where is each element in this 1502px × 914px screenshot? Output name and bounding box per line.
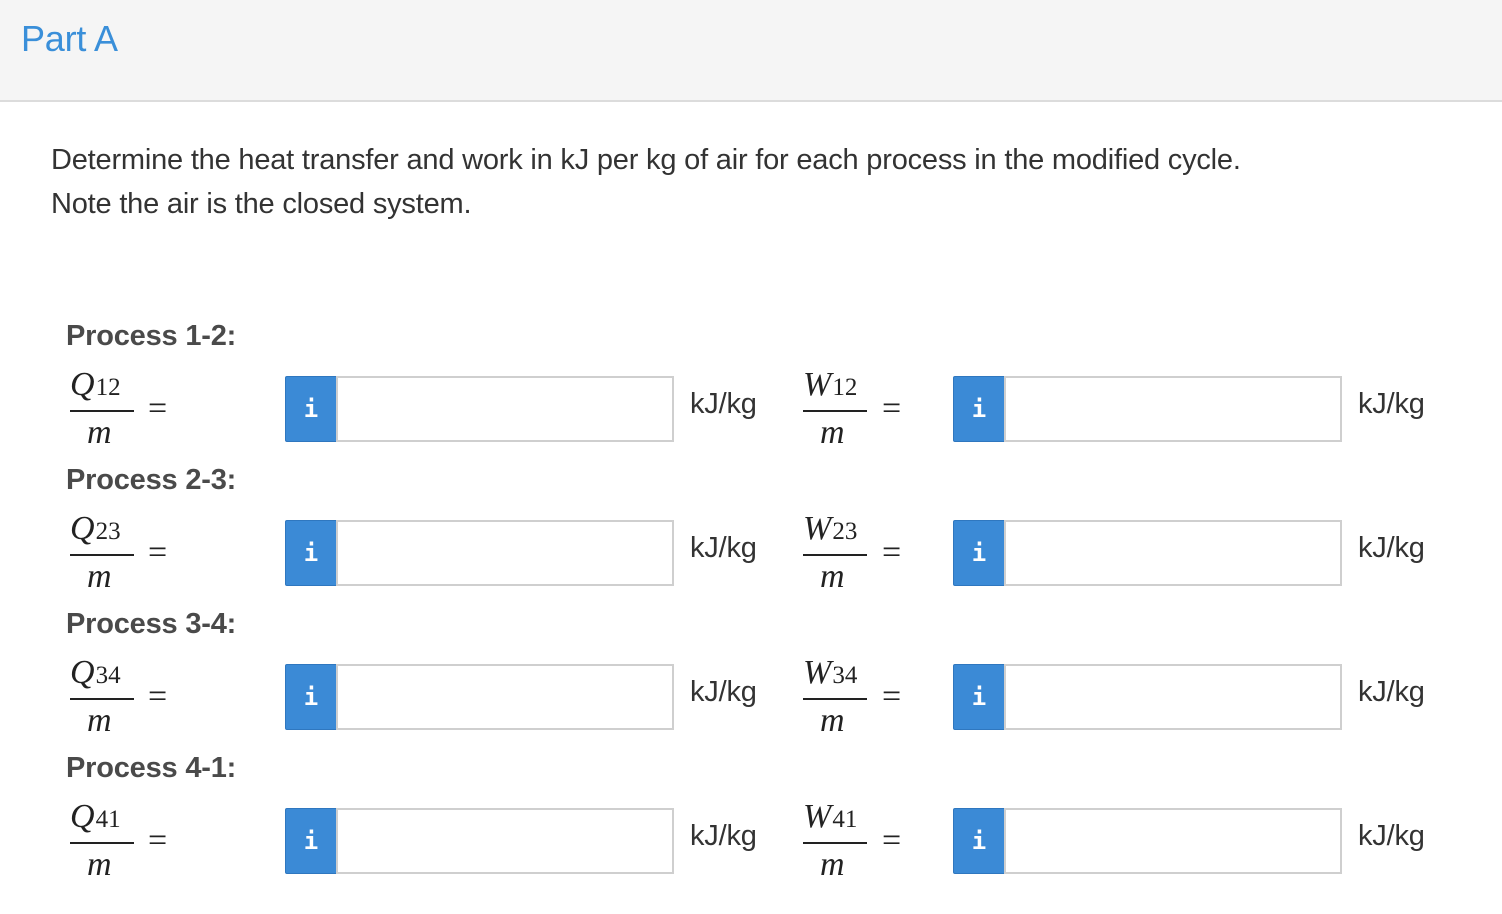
work-denominator: m: [820, 702, 845, 739]
work-numerator: W34: [803, 654, 858, 691]
equals-sign: =: [148, 390, 168, 427]
work-unit: kJ/kg: [1358, 676, 1425, 708]
work-answer-input[interactable]: [1004, 664, 1342, 730]
heat-numerator: Q41: [70, 798, 121, 835]
equals-sign: =: [882, 390, 902, 427]
work-unit: kJ/kg: [1358, 388, 1425, 420]
fraction-bar: [70, 410, 134, 412]
heat-denominator: m: [87, 702, 112, 739]
equals-sign: =: [148, 678, 168, 715]
heat-numerator: Q23: [70, 510, 121, 547]
heat-answer-input[interactable]: [336, 664, 674, 730]
info-icon: i: [303, 827, 319, 855]
info-button[interactable]: i: [285, 520, 337, 586]
equals-sign: =: [882, 678, 902, 715]
process-row: Q34 m = i kJ/kg W34 m = i kJ/kg: [0, 654, 1502, 764]
heat-numerator: Q12: [70, 366, 121, 403]
equals-sign: =: [882, 822, 902, 859]
work-denominator: m: [820, 846, 845, 883]
part-header: Part A: [0, 0, 1502, 102]
fraction-bar: [803, 410, 867, 412]
work-answer-input[interactable]: [1004, 376, 1342, 442]
process-row: Q12 m = i kJ/kg W12 m = i kJ/kg: [0, 366, 1502, 476]
info-button[interactable]: i: [953, 808, 1005, 874]
fraction-bar: [70, 842, 134, 844]
prompt-line-1: Determine the heat transfer and work in …: [51, 144, 1241, 176]
info-button[interactable]: i: [285, 808, 337, 874]
info-icon: i: [303, 683, 319, 711]
part-title: Part A: [21, 18, 118, 59]
heat-answer-input[interactable]: [336, 520, 674, 586]
work-answer-input[interactable]: [1004, 520, 1342, 586]
heat-unit: kJ/kg: [690, 388, 757, 420]
heat-unit: kJ/kg: [690, 532, 757, 564]
heat-denominator: m: [87, 846, 112, 883]
process-row: Q41 m = i kJ/kg W41 m = i kJ/kg: [0, 798, 1502, 908]
info-icon: i: [971, 539, 987, 567]
info-button[interactable]: i: [285, 376, 337, 442]
heat-answer-input[interactable]: [336, 376, 674, 442]
info-icon: i: [303, 539, 319, 567]
info-button[interactable]: i: [953, 664, 1005, 730]
info-button[interactable]: i: [285, 664, 337, 730]
equals-sign: =: [148, 534, 168, 571]
info-button[interactable]: i: [953, 376, 1005, 442]
work-denominator: m: [820, 558, 845, 595]
process-heading: Process 3-4:: [66, 608, 237, 640]
fraction-bar: [70, 698, 134, 700]
info-icon: i: [971, 683, 987, 711]
fraction-bar: [803, 842, 867, 844]
process-row: Q23 m = i kJ/kg W23 m = i kJ/kg: [0, 510, 1502, 620]
heat-denominator: m: [87, 558, 112, 595]
work-denominator: m: [820, 414, 845, 451]
info-icon: i: [971, 395, 987, 423]
work-numerator: W23: [803, 510, 858, 547]
equals-sign: =: [148, 822, 168, 859]
heat-denominator: m: [87, 414, 112, 451]
work-numerator: W12: [803, 366, 858, 403]
process-heading: Process 1-2:: [66, 320, 237, 352]
heat-numerator: Q34: [70, 654, 121, 691]
work-unit: kJ/kg: [1358, 532, 1425, 564]
heat-unit: kJ/kg: [690, 676, 757, 708]
process-heading: Process 2-3:: [66, 464, 237, 496]
work-unit: kJ/kg: [1358, 820, 1425, 852]
process-heading: Process 4-1:: [66, 752, 237, 784]
info-icon: i: [303, 395, 319, 423]
equals-sign: =: [882, 534, 902, 571]
info-icon: i: [971, 827, 987, 855]
question-prompt: Determine the heat transfer and work in …: [51, 138, 1431, 226]
heat-answer-input[interactable]: [336, 808, 674, 874]
heat-unit: kJ/kg: [690, 820, 757, 852]
fraction-bar: [803, 554, 867, 556]
work-answer-input[interactable]: [1004, 808, 1342, 874]
fraction-bar: [803, 698, 867, 700]
prompt-line-2: Note the air is the closed system.: [51, 188, 472, 220]
info-button[interactable]: i: [953, 520, 1005, 586]
fraction-bar: [70, 554, 134, 556]
work-numerator: W41: [803, 798, 858, 835]
